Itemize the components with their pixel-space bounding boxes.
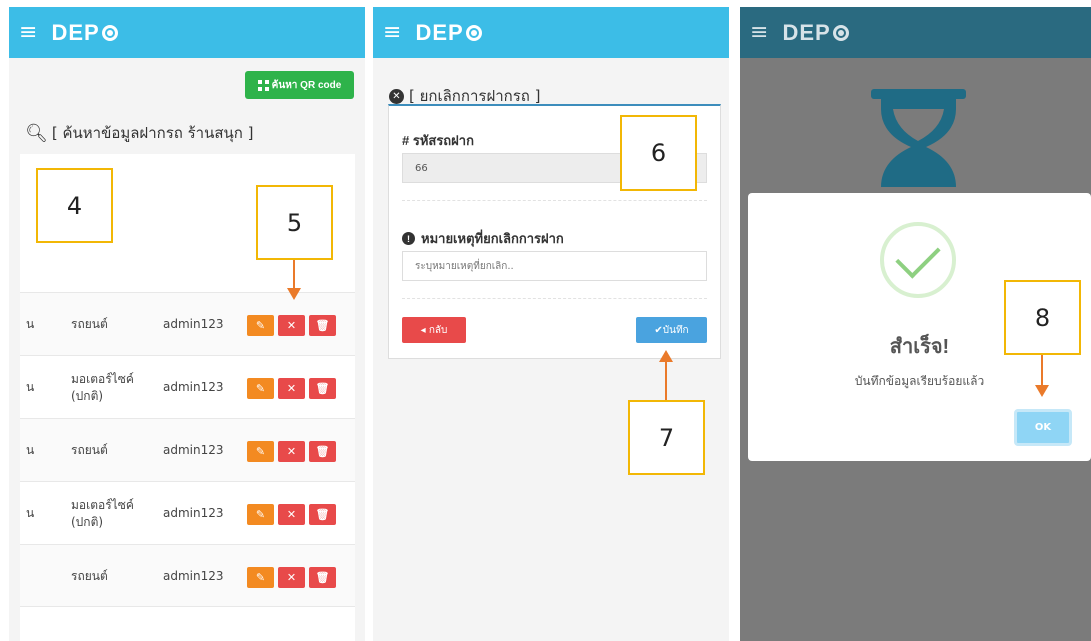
cancel-button[interactable]: ✕ [278,504,305,525]
arrow-5-head [287,288,301,300]
cancel-button[interactable]: ✕ [278,441,305,462]
cancel-button[interactable]: ✕ [278,567,305,588]
ok-button[interactable]: OK [1014,409,1072,446]
cancel-button[interactable]: ✕ [278,378,305,399]
cell-left: น [26,317,35,332]
cell-vehicle: มอเตอร์ไซค์ (ปกติ) [71,498,134,529]
cell-left: น [26,380,35,395]
qr-icon [257,79,269,91]
app-logo: DEP [782,20,849,46]
reason-input[interactable]: ระบุหมายเหตุที่ยกเลิก.. [402,251,707,281]
cell-user: admin123 [163,569,224,584]
cell-user: admin123 [163,506,224,521]
cell-user: admin123 [163,380,224,395]
back-button[interactable]: ◂ กลับ [402,317,466,343]
annotation-4: 4 [36,168,113,243]
screen-search-list: ≡ DEP ค้นหา QR code 🔍︎[ ค้นหาข้อมูลฝากรถ… [9,7,365,641]
edit-button[interactable]: ✎ [247,315,274,336]
top-bar: ≡ DEP [373,7,729,58]
table-row: รถยนต์ admin123 ✎ ✕ 🗑︎ [20,544,355,607]
search-title: 🔍︎[ ค้นหาข้อมูลฝากรถ ร้านสนุก ] [25,122,254,144]
save-button[interactable]: ✔บันทึก [636,317,707,343]
edit-button[interactable]: ✎ [247,378,274,399]
cell-user: admin123 [163,317,224,332]
delete-button[interactable]: 🗑︎ [309,441,336,462]
cell-vehicle: รถยนต์ [71,317,108,332]
arrow-8 [1041,355,1043,385]
screen-cancel-form: ≡ DEP ✕[ ยกเลิกการฝากรถ ] # รหัสรถฝาก 66… [373,7,729,641]
edit-button[interactable]: ✎ [247,504,274,525]
arrow-7-head [659,350,673,362]
delete-button[interactable]: 🗑︎ [309,567,336,588]
delete-button[interactable]: 🗑︎ [309,504,336,525]
arrow-7 [665,360,667,400]
edit-button[interactable]: ✎ [247,441,274,462]
arrow-8-head [1035,385,1049,397]
close-circle-icon: ✕ [389,88,404,104]
arrow-5 [293,260,295,288]
cancel-button[interactable]: ✕ [278,315,305,336]
annotation-7: 7 [628,400,705,475]
cell-vehicle: รถยนต์ [71,443,108,458]
annotation-6: 6 [620,115,697,191]
qr-search-button[interactable]: ค้นหา QR code [245,71,354,99]
cell-vehicle: มอเตอร์ไซค์ (ปกติ) [71,372,134,403]
annotation-5: 5 [256,185,333,260]
menu-icon[interactable]: ≡ [19,21,37,44]
table-row: น รถยนต์ admin123 ✎ ✕ 🗑︎ [20,418,355,481]
delete-button[interactable]: 🗑︎ [309,378,336,399]
table-row: น รถยนต์ admin123 ✎ ✕ 🗑︎ [20,292,355,355]
hourglass-icon [871,89,966,187]
code-label: # รหัสรถฝาก [402,133,474,148]
cell-left: น [26,443,35,458]
app-logo: DEP [51,20,118,46]
divider [402,200,707,201]
info-icon: ! [402,232,415,245]
top-bar: ≡ DEP [9,7,365,58]
delete-button[interactable]: 🗑︎ [309,315,336,336]
search-icon: 🔍︎ [25,122,48,144]
app-logo: DEP [415,20,482,46]
cell-vehicle: รถยนต์ [71,569,108,584]
divider [402,298,707,299]
menu-icon[interactable]: ≡ [383,21,401,44]
edit-button[interactable]: ✎ [247,567,274,588]
reason-label: ! หมายเหตุที่ยกเลิกการฝาก [402,228,564,249]
menu-icon[interactable]: ≡ [750,21,768,44]
success-check-icon [880,222,956,298]
top-bar: ≡ DEP [740,7,1091,58]
annotation-8: 8 [1004,280,1081,355]
cell-left: น [26,506,35,521]
cell-user: admin123 [163,443,224,458]
table-row: น มอเตอร์ไซค์ (ปกติ) admin123 ✎ ✕ 🗑︎ [20,355,355,418]
table-row: น มอเตอร์ไซค์ (ปกติ) admin123 ✎ ✕ 🗑︎ [20,481,355,544]
